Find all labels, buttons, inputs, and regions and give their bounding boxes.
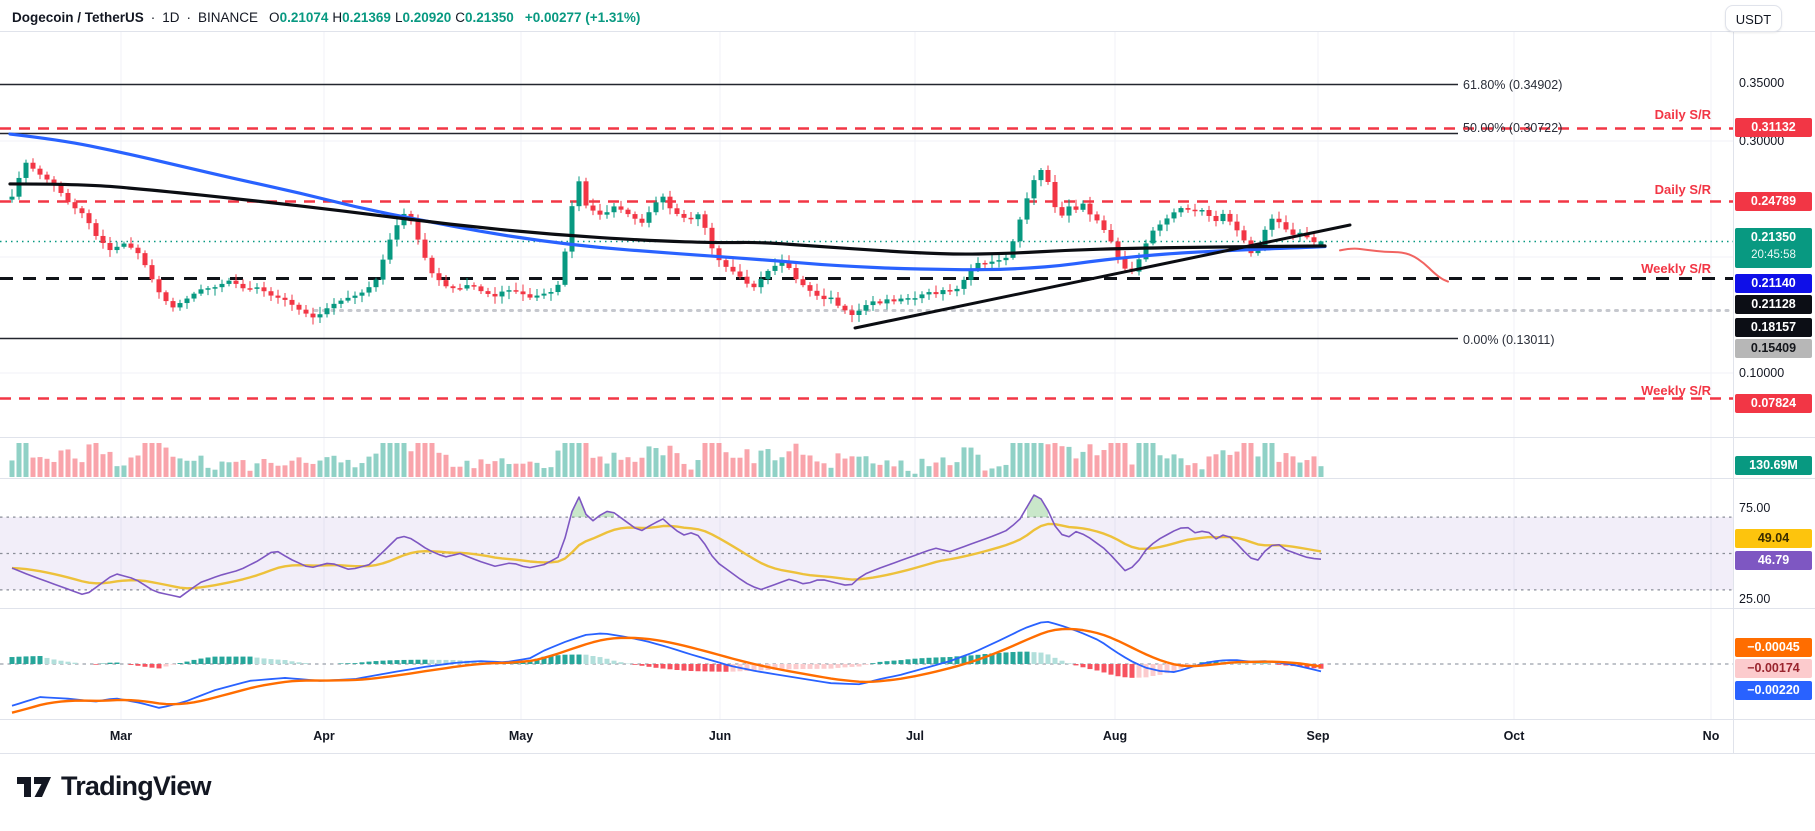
price-axis-label: 75.00 xyxy=(1739,500,1770,516)
sr-label: Daily S/R xyxy=(1655,182,1711,197)
tradingview-logo[interactable]: TradingView xyxy=(16,771,211,802)
fib-label: 61.80% (0.34902) xyxy=(1463,77,1562,93)
price-badge: 0.31132 xyxy=(1735,118,1812,137)
price-badge: 0.18157 xyxy=(1735,318,1812,337)
fib-label: 0.00% (0.13011) xyxy=(1463,332,1555,348)
price-badge: 0.21140 xyxy=(1735,274,1812,293)
interval-selector[interactable]: 1D xyxy=(162,10,179,25)
price-badge: 46.79 xyxy=(1735,551,1812,570)
price-badge: 130.69M xyxy=(1735,456,1812,475)
price-change: +0.00277 (+1.31%) xyxy=(525,10,641,25)
time-axis-label: Oct xyxy=(1504,729,1525,743)
price-badge: 0.24789 xyxy=(1735,192,1812,211)
time-axis-label: Jun xyxy=(709,729,731,743)
tradingview-chart: Dogecoin / TetherUS · 1D · BINANCE O0.21… xyxy=(0,0,1815,831)
time-axis-label: No xyxy=(1703,729,1720,743)
exchange-name[interactable]: BINANCE xyxy=(198,10,258,25)
time-axis-label: Aug xyxy=(1103,729,1127,743)
price-badge: −0.00045 xyxy=(1735,638,1812,657)
ohlc-value: C0.21350 xyxy=(455,10,514,25)
price-axis-label: 0.10000 xyxy=(1739,365,1784,381)
time-axis[interactable] xyxy=(0,719,1733,753)
chart-header: Dogecoin / TetherUS · 1D · BINANCE O0.21… xyxy=(12,8,640,26)
sr-label: Daily S/R xyxy=(1655,107,1711,122)
price-axis-label: 0.35000 xyxy=(1739,75,1784,91)
price-badge: 49.04 xyxy=(1735,529,1812,548)
price-axis-label: 25.00 xyxy=(1739,591,1770,607)
time-axis-label: Apr xyxy=(313,729,335,743)
header-separator: · xyxy=(187,10,192,25)
price-badge: −0.00174 xyxy=(1735,659,1812,678)
time-axis-label: May xyxy=(509,729,533,743)
sr-label: Weekly S/R xyxy=(1641,383,1711,398)
price-badge: −0.00220 xyxy=(1735,681,1812,700)
tradingview-logo-icon xyxy=(16,773,52,801)
time-axis-label: Mar xyxy=(110,729,132,743)
currency-toggle-button[interactable]: USDT xyxy=(1725,5,1782,32)
symbol-title[interactable]: Dogecoin / TetherUS xyxy=(12,10,144,25)
ohlc-values: O0.21074 H0.21369 L0.20920 C0.21350 xyxy=(265,10,514,25)
header-separator: · xyxy=(151,10,156,25)
ohlc-value: O0.21074 xyxy=(269,10,328,25)
time-axis-label: Sep xyxy=(1307,729,1330,743)
price-badge: 0.15409 xyxy=(1735,339,1812,358)
price-badge: 0.21128 xyxy=(1735,295,1812,314)
ohlc-value: H0.21369 xyxy=(332,10,391,25)
price-badge: 0.2135020:45:58 xyxy=(1735,228,1812,268)
sr-label: Weekly S/R xyxy=(1641,261,1711,276)
time-axis-label: Jul xyxy=(906,729,924,743)
price-badge: 0.07824 xyxy=(1735,394,1812,413)
tradingview-logo-text: TradingView xyxy=(61,771,211,802)
fib-label: 50.00% (0.30722) xyxy=(1463,120,1562,136)
ohlc-value: L0.20920 xyxy=(395,10,451,25)
